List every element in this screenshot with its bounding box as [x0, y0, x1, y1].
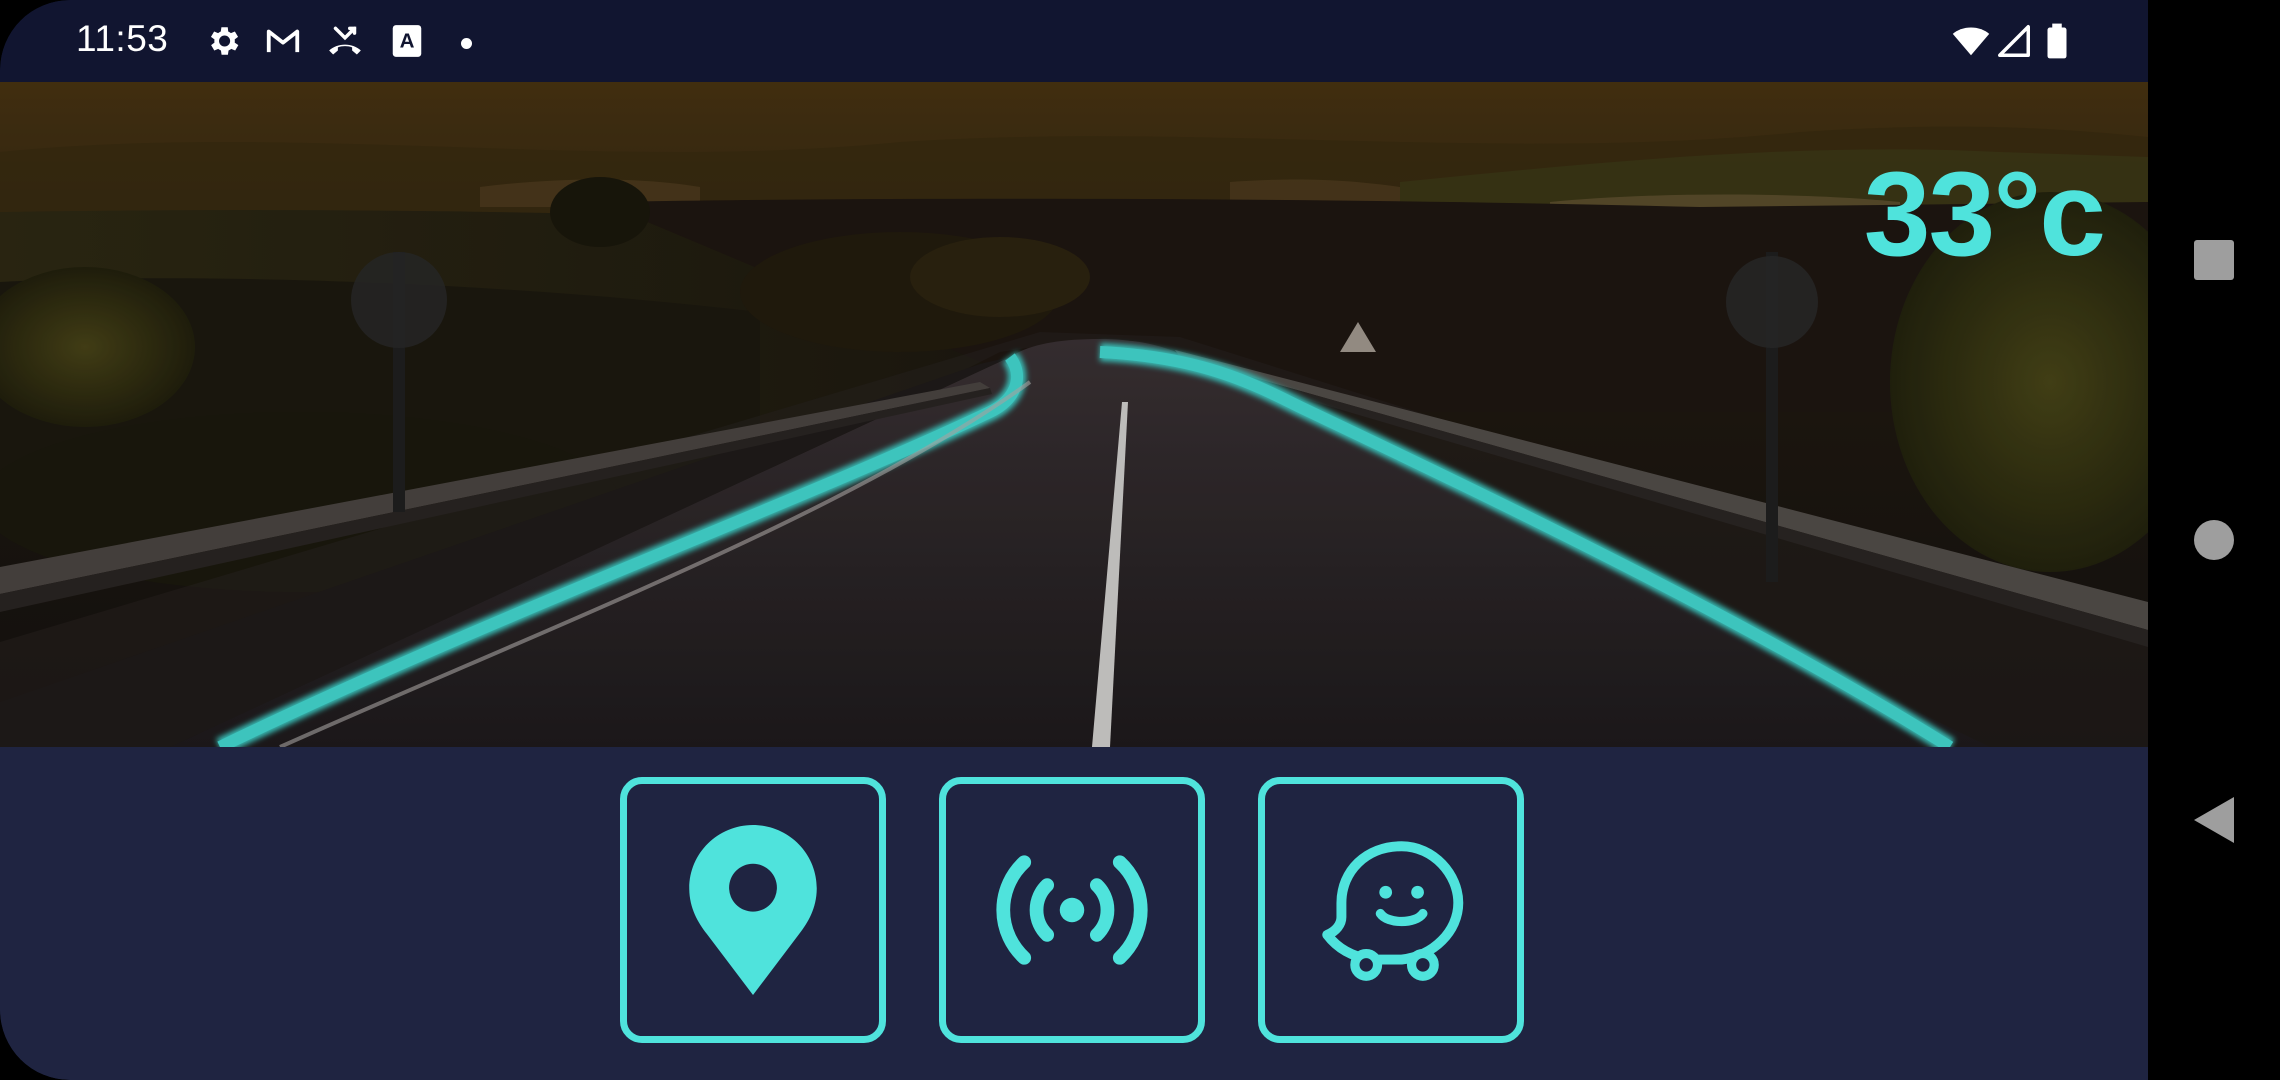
status-bar: 11:53 A [0, 0, 2148, 82]
back-triangle-icon [2194, 797, 2234, 843]
screen: 11:53 A 33°c [0, 0, 2148, 1080]
device-frame: 11:53 A 33°c [0, 0, 2280, 1080]
home-button[interactable] [2148, 510, 2280, 570]
location-button[interactable] [620, 777, 886, 1043]
battery-icon [2047, 23, 2067, 59]
waze-icon [1322, 841, 1464, 981]
road-scene: 33°c [0, 82, 2148, 747]
recents-button[interactable] [2148, 230, 2280, 290]
cell-signal-icon [1998, 25, 2030, 57]
location-pin-icon [689, 825, 817, 995]
action-panel [0, 747, 2148, 1080]
notification-dot [461, 38, 472, 49]
temperature-display: 33°c [1863, 147, 2106, 281]
gmail-icon [266, 29, 300, 53]
home-circle-icon [2194, 520, 2234, 560]
svg-text:A: A [400, 29, 415, 52]
missed-call-icon [329, 26, 361, 55]
back-button[interactable] [2148, 790, 2280, 850]
broadcast-button[interactable] [939, 777, 1205, 1043]
road-background-image [0, 82, 2148, 747]
navigation-bar [2148, 0, 2280, 1080]
recents-square-icon [2194, 240, 2234, 280]
font-icon: A [392, 25, 422, 57]
gear-icon [210, 27, 239, 55]
broadcast-signal-icon [996, 855, 1148, 965]
status-time: 11:53 [76, 18, 169, 59]
wifi-icon [1952, 27, 1990, 56]
waze-button[interactable] [1258, 777, 1524, 1043]
